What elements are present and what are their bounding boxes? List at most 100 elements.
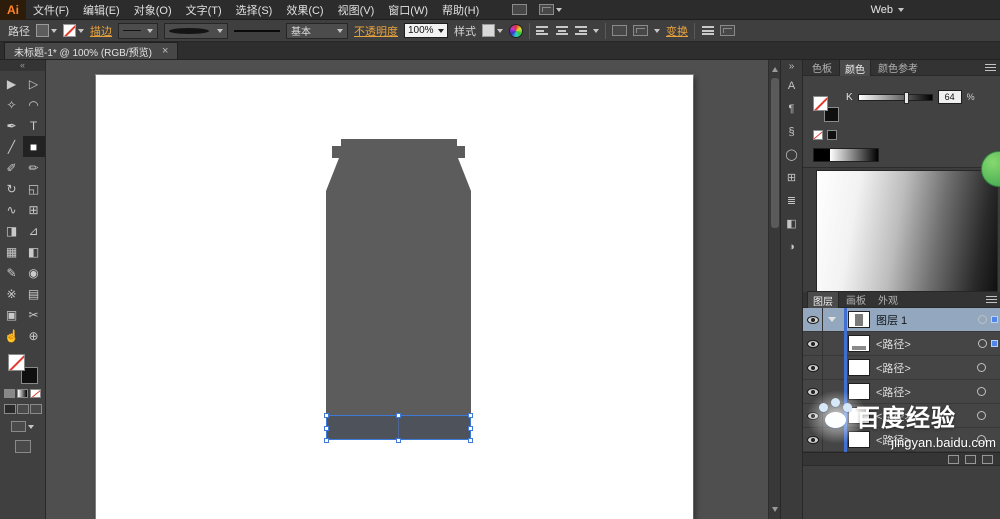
- visibility-toggle[interactable]: [803, 332, 823, 355]
- visibility-toggle[interactable]: [803, 308, 823, 331]
- appearance-panel-icon[interactable]: ◯: [782, 145, 802, 164]
- stroke-color-picker[interactable]: [63, 24, 84, 37]
- tab-color-guide[interactable]: 颜色参考: [873, 59, 923, 76]
- make-mask-icon[interactable]: [948, 454, 959, 464]
- glyphs-panel-icon[interactable]: §: [782, 122, 802, 141]
- path-name[interactable]: <路径>: [876, 360, 911, 376]
- panel-menu-icon[interactable]: [985, 64, 996, 71]
- artboard-tool[interactable]: ▣: [1, 304, 23, 325]
- gray-gradient[interactable]: [830, 149, 878, 161]
- handle-middle-left[interactable]: [324, 426, 329, 431]
- new-layer-icon[interactable]: [965, 454, 976, 464]
- menu-view[interactable]: 视图(V): [331, 2, 382, 18]
- paragraph-panel-icon[interactable]: ¶: [782, 99, 802, 118]
- none-button[interactable]: [30, 389, 41, 398]
- fill-box[interactable]: [813, 96, 828, 111]
- fill-box[interactable]: [7, 354, 25, 371]
- draw-inside-icon[interactable]: [29, 404, 42, 414]
- path-thumbnail[interactable]: [848, 335, 870, 352]
- canvas[interactable]: [47, 60, 768, 519]
- brush-definition-dropdown[interactable]: 基本: [286, 22, 348, 39]
- opacity-panel-link[interactable]: 不透明度: [354, 23, 398, 39]
- fill-color-picker[interactable]: [36, 24, 57, 37]
- stroke-weight-dropdown[interactable]: [118, 22, 158, 39]
- workspace-switcher[interactable]: Web: [871, 4, 904, 16]
- paintbrush-tool[interactable]: ✐: [1, 157, 23, 178]
- black-end[interactable]: [814, 149, 830, 161]
- distribute-icon[interactable]: [701, 25, 714, 36]
- handle-bottom-left[interactable]: [324, 438, 329, 443]
- shape-mode-icon[interactable]: [612, 25, 627, 36]
- width-profile-dropdown[interactable]: [164, 22, 228, 39]
- menu-select[interactable]: 选择(S): [229, 2, 280, 18]
- align-right-icon[interactable]: [574, 25, 587, 36]
- hand-tool[interactable]: ☝: [1, 325, 23, 346]
- selected-rectangle[interactable]: [324, 413, 473, 443]
- target-icon[interactable]: [977, 387, 986, 396]
- chevron-down-icon[interactable]: [593, 29, 599, 36]
- align-left-icon[interactable]: [536, 25, 549, 36]
- menu-edit[interactable]: 编辑(E): [76, 2, 127, 18]
- screen-mode-button[interactable]: [0, 421, 45, 432]
- more-options-icon[interactable]: [720, 25, 735, 36]
- style-dropdown[interactable]: [482, 24, 503, 37]
- scroll-up-icon[interactable]: [772, 64, 778, 72]
- tab-swatches[interactable]: 色板: [807, 59, 837, 76]
- tab-appearance[interactable]: 外观: [873, 291, 903, 308]
- path-thumbnail[interactable]: [848, 359, 870, 376]
- bottle-shape[interactable]: [96, 75, 693, 519]
- layer-thumbnail[interactable]: [848, 311, 870, 328]
- lasso-tool[interactable]: ◠: [23, 94, 45, 115]
- target-icon[interactable]: [978, 315, 987, 324]
- none-swatch[interactable]: [813, 130, 823, 140]
- gradient-preview-panel[interactable]: [816, 170, 998, 292]
- menu-object[interactable]: 对象(O): [127, 2, 179, 18]
- tab-layers[interactable]: 图层: [807, 290, 839, 309]
- align-panel-icon[interactable]: ≣: [782, 191, 802, 210]
- symbol-sprayer-tool[interactable]: ※: [1, 283, 23, 304]
- gradient-button[interactable]: [17, 389, 28, 398]
- blend-tool[interactable]: ◉: [23, 262, 45, 283]
- width-tool[interactable]: ∿: [1, 199, 23, 220]
- gradient-panel-icon[interactable]: ◑: [782, 237, 802, 256]
- eyedropper-tool[interactable]: ✎: [1, 262, 23, 283]
- path-row[interactable]: <路径>: [803, 356, 1000, 380]
- scale-tool[interactable]: ◱: [23, 178, 45, 199]
- draw-behind-icon[interactable]: [16, 404, 29, 414]
- fill-stroke-indicator[interactable]: [7, 354, 38, 384]
- disclosure-triangle-icon[interactable]: [828, 317, 836, 326]
- transform-panel-icon[interactable]: ⊞: [782, 168, 802, 187]
- target-icon[interactable]: [977, 363, 986, 372]
- close-tab-icon[interactable]: ×: [162, 45, 168, 57]
- menu-type[interactable]: 文字(T): [179, 2, 229, 18]
- type-tool[interactable]: T: [23, 115, 45, 136]
- zoom-tool[interactable]: ⊕: [23, 325, 45, 346]
- selection-tool[interactable]: ▶: [1, 73, 23, 94]
- k-value-field[interactable]: 64: [937, 90, 962, 104]
- handle-bottom-center[interactable]: [396, 438, 401, 443]
- vertical-scrollbar[interactable]: [768, 60, 780, 519]
- handle-middle-right[interactable]: [468, 426, 473, 431]
- direct-selection-tool[interactable]: ▷: [23, 73, 45, 94]
- opacity-field[interactable]: 100%: [404, 23, 448, 38]
- menu-window[interactable]: 窗口(W): [381, 2, 435, 18]
- selection-indicator[interactable]: [991, 316, 998, 323]
- pencil-tool[interactable]: ✏: [23, 157, 45, 178]
- visibility-toggle[interactable]: [803, 356, 823, 379]
- layer-row[interactable]: 图层 1: [803, 308, 1000, 332]
- handle-top-right[interactable]: [468, 413, 473, 418]
- gradient-tool[interactable]: ◧: [23, 241, 45, 262]
- path-name[interactable]: <路径>: [876, 336, 911, 352]
- toolbar-extra-icon[interactable]: [14, 440, 31, 453]
- line-segment-tool[interactable]: ╱: [1, 136, 23, 157]
- pen-tool[interactable]: ✒: [1, 115, 23, 136]
- tab-color[interactable]: 颜色: [839, 58, 871, 77]
- chevron-down-icon[interactable]: [654, 29, 660, 36]
- path-row[interactable]: <路径>: [803, 332, 1000, 356]
- align-center-icon[interactable]: [555, 25, 568, 36]
- rotate-tool[interactable]: ↻: [1, 178, 23, 199]
- layer-name[interactable]: 图层 1: [876, 312, 907, 328]
- handle-top-left[interactable]: [324, 413, 329, 418]
- panel-menu-icon[interactable]: [986, 296, 997, 303]
- shape-builder-tool[interactable]: ◨: [1, 220, 23, 241]
